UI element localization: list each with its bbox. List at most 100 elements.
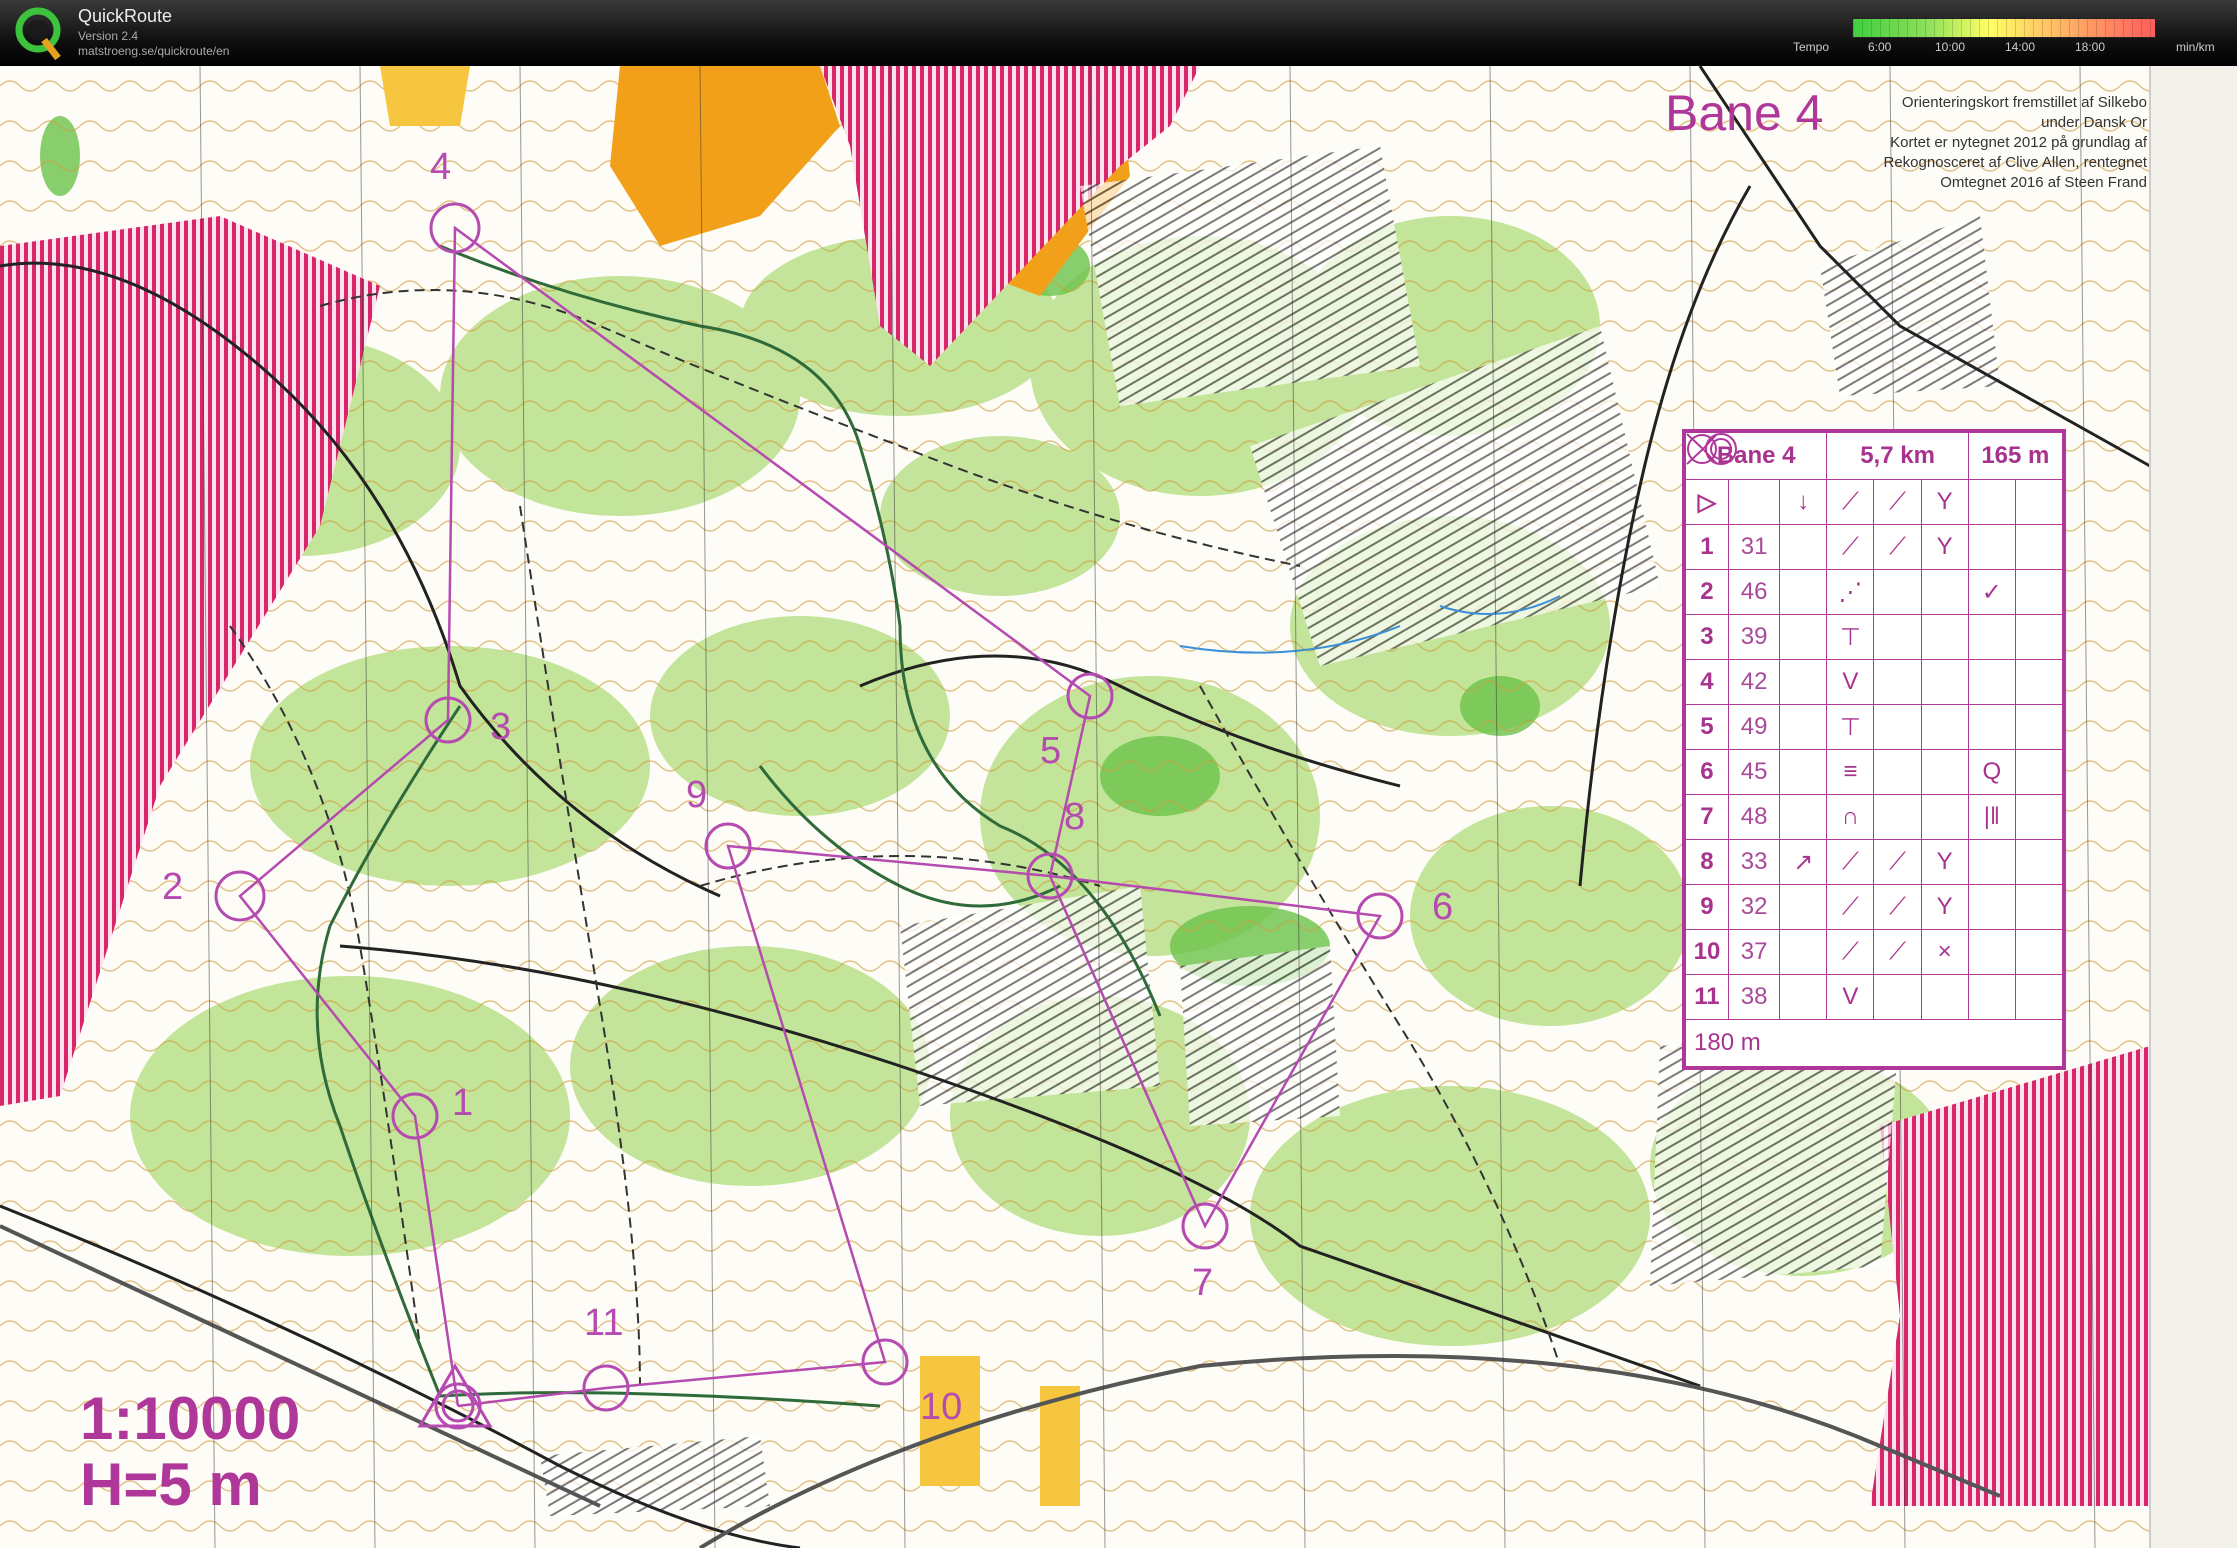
desc-cell-g [1967,659,2016,705]
desc-cell-f: × [1920,929,1969,975]
desc-cell-g [1967,884,2016,930]
desc-cell-e [1873,794,1922,840]
desc-cell: ⟋ [1873,479,1922,525]
desc-cell-h [2014,614,2064,660]
desc-cell-e [1873,704,1922,750]
desc-cell-h [2014,884,2064,930]
desc-cell-code: 31 [1727,524,1781,570]
control-number-3: 3 [490,706,512,748]
desc-cell-num: 5 [1685,704,1729,750]
map-credit-line: Orienteringskort fremstillet af Silkebo [1901,94,2147,111]
control-number-2: 2 [162,866,184,908]
desc-cell-h [2014,974,2064,1020]
desc-cell-code: 32 [1727,884,1781,930]
desc-cell [2014,479,2064,525]
desc-cell-num: 4 [1685,659,1729,705]
app-url[interactable]: matstroeng.se/quickroute/en [78,44,229,58]
desc-cell-c [1779,614,1828,660]
control-number-7: 7 [1192,1262,1214,1304]
desc-cell: ⟋ [1826,479,1875,525]
tempo-tick: 6:00 [1868,40,1892,54]
desc-cell-num: 10 [1685,929,1729,975]
control-number-4: 4 [430,146,452,188]
desc-cell-num: 3 [1685,614,1729,660]
desc-cell-d: ⟋ [1826,839,1875,885]
desc-cell-c [1779,884,1828,930]
desc-cell-num: 7 [1685,794,1729,840]
desc-cell-f [1920,974,1969,1020]
tempo-label: Tempo [1793,40,1830,54]
desc-cell-f [1920,749,1969,795]
control-number-10: 10 [920,1386,963,1428]
desc-cell-f [1920,704,1969,750]
desc-cell-c: ↗ [1779,839,1828,885]
tempo-tick: 14:00 [2005,40,2036,54]
app-title: QuickRoute [78,6,173,26]
desc-cell-e: ⟋ [1873,524,1922,570]
desc-cell-c [1779,794,1828,840]
desc-cell-f [1920,659,1969,705]
desc-cell-h [2014,569,2064,615]
desc-cell-h [2014,704,2064,750]
desc-cell-c [1779,704,1828,750]
control-number-11: 11 [584,1302,624,1344]
desc-cell [1967,479,2016,525]
desc-row: 3 39 ⊤ [1685,614,2064,660]
desc-cell-d: ⋰ [1826,569,1875,615]
start-triangle-icon: ▷ [1685,479,1729,525]
desc-cell-f [1920,569,1969,615]
desc-cell-e: ⟋ [1873,929,1922,975]
desc-cell-code: 42 [1727,659,1781,705]
desc-cell-g: |‖ [1967,794,2016,840]
tempo-unit: min/km [2176,40,2215,54]
desc-cell-c [1779,929,1828,975]
desc-cell-d: ≡ [1826,749,1875,795]
map-scale: 1:10000 H=5 m [80,1386,300,1518]
desc-row: 4 42 V [1685,659,2064,705]
desc-climb: 165 m [1967,432,2064,480]
desc-cell-num: 2 [1685,569,1729,615]
desc-length: 5,7 km [1826,432,1969,480]
desc-cell-h [2014,749,2064,795]
desc-start-row: ▷ ↓ ⟋ ⟋ Y [1685,479,2064,525]
orienteering-map[interactable]: Bane 4 Orienteringskort fremstillet af S… [0,66,2237,1548]
control-number-1: 1 [452,1082,474,1124]
desc-row: 9 32 ⟋ ⟋ Y [1685,884,2064,930]
desc-cell-code: 46 [1727,569,1781,615]
desc-cell-f [1920,794,1969,840]
desc-cell-h [2014,794,2064,840]
control-number-6: 6 [1432,886,1454,928]
map-credit-line: Kortet er nytegnet 2012 på grundlag af [1890,134,2147,151]
desc-cell-g [1967,839,2016,885]
desc-cell-num: 9 [1685,884,1729,930]
desc-cell-num: 1 [1685,524,1729,570]
desc-cell-c [1779,569,1828,615]
desc-cell-g [1967,704,2016,750]
desc-cell-code: 38 [1727,974,1781,1020]
desc-cell-num: 6 [1685,749,1729,795]
desc-cell-num: 11 [1685,974,1729,1020]
tempo-color-scale [1852,18,2156,38]
desc-row: 6 45 ≡ Q [1685,749,2064,795]
desc-row: 10 37 ⟋ ⟋ × [1685,929,2064,975]
desc-cell-g: ✓ [1967,569,2016,615]
desc-cell-d: ⊤ [1826,614,1875,660]
desc-cell-d: V [1826,974,1875,1020]
desc-cell-g [1967,974,2016,1020]
desc-cell [1727,479,1781,525]
finish-distance: 180 m [1694,1029,1761,1056]
app-header: QuickRoute Version 2.4 matstroeng.se/qui… [0,0,2237,66]
control-number-9: 9 [686,774,708,816]
desc-cell-g: Q [1967,749,2016,795]
desc-finish-row: 180 m [1685,433,2063,1067]
desc-cell-d: V [1826,659,1875,705]
desc-cell-g [1967,524,2016,570]
desc-cell-e [1873,974,1922,1020]
scale-ratio: 1:10000 [80,1385,301,1452]
desc-row: 2 46 ⋰ ✓ [1685,569,2064,615]
finish-circle-icon [1686,433,1737,465]
desc-cell-d: ⊤ [1826,704,1875,750]
tempo-tick: 18:00 [2075,40,2106,54]
desc-cell-e [1873,749,1922,795]
desc-cell-d: ⟋ [1826,884,1875,930]
